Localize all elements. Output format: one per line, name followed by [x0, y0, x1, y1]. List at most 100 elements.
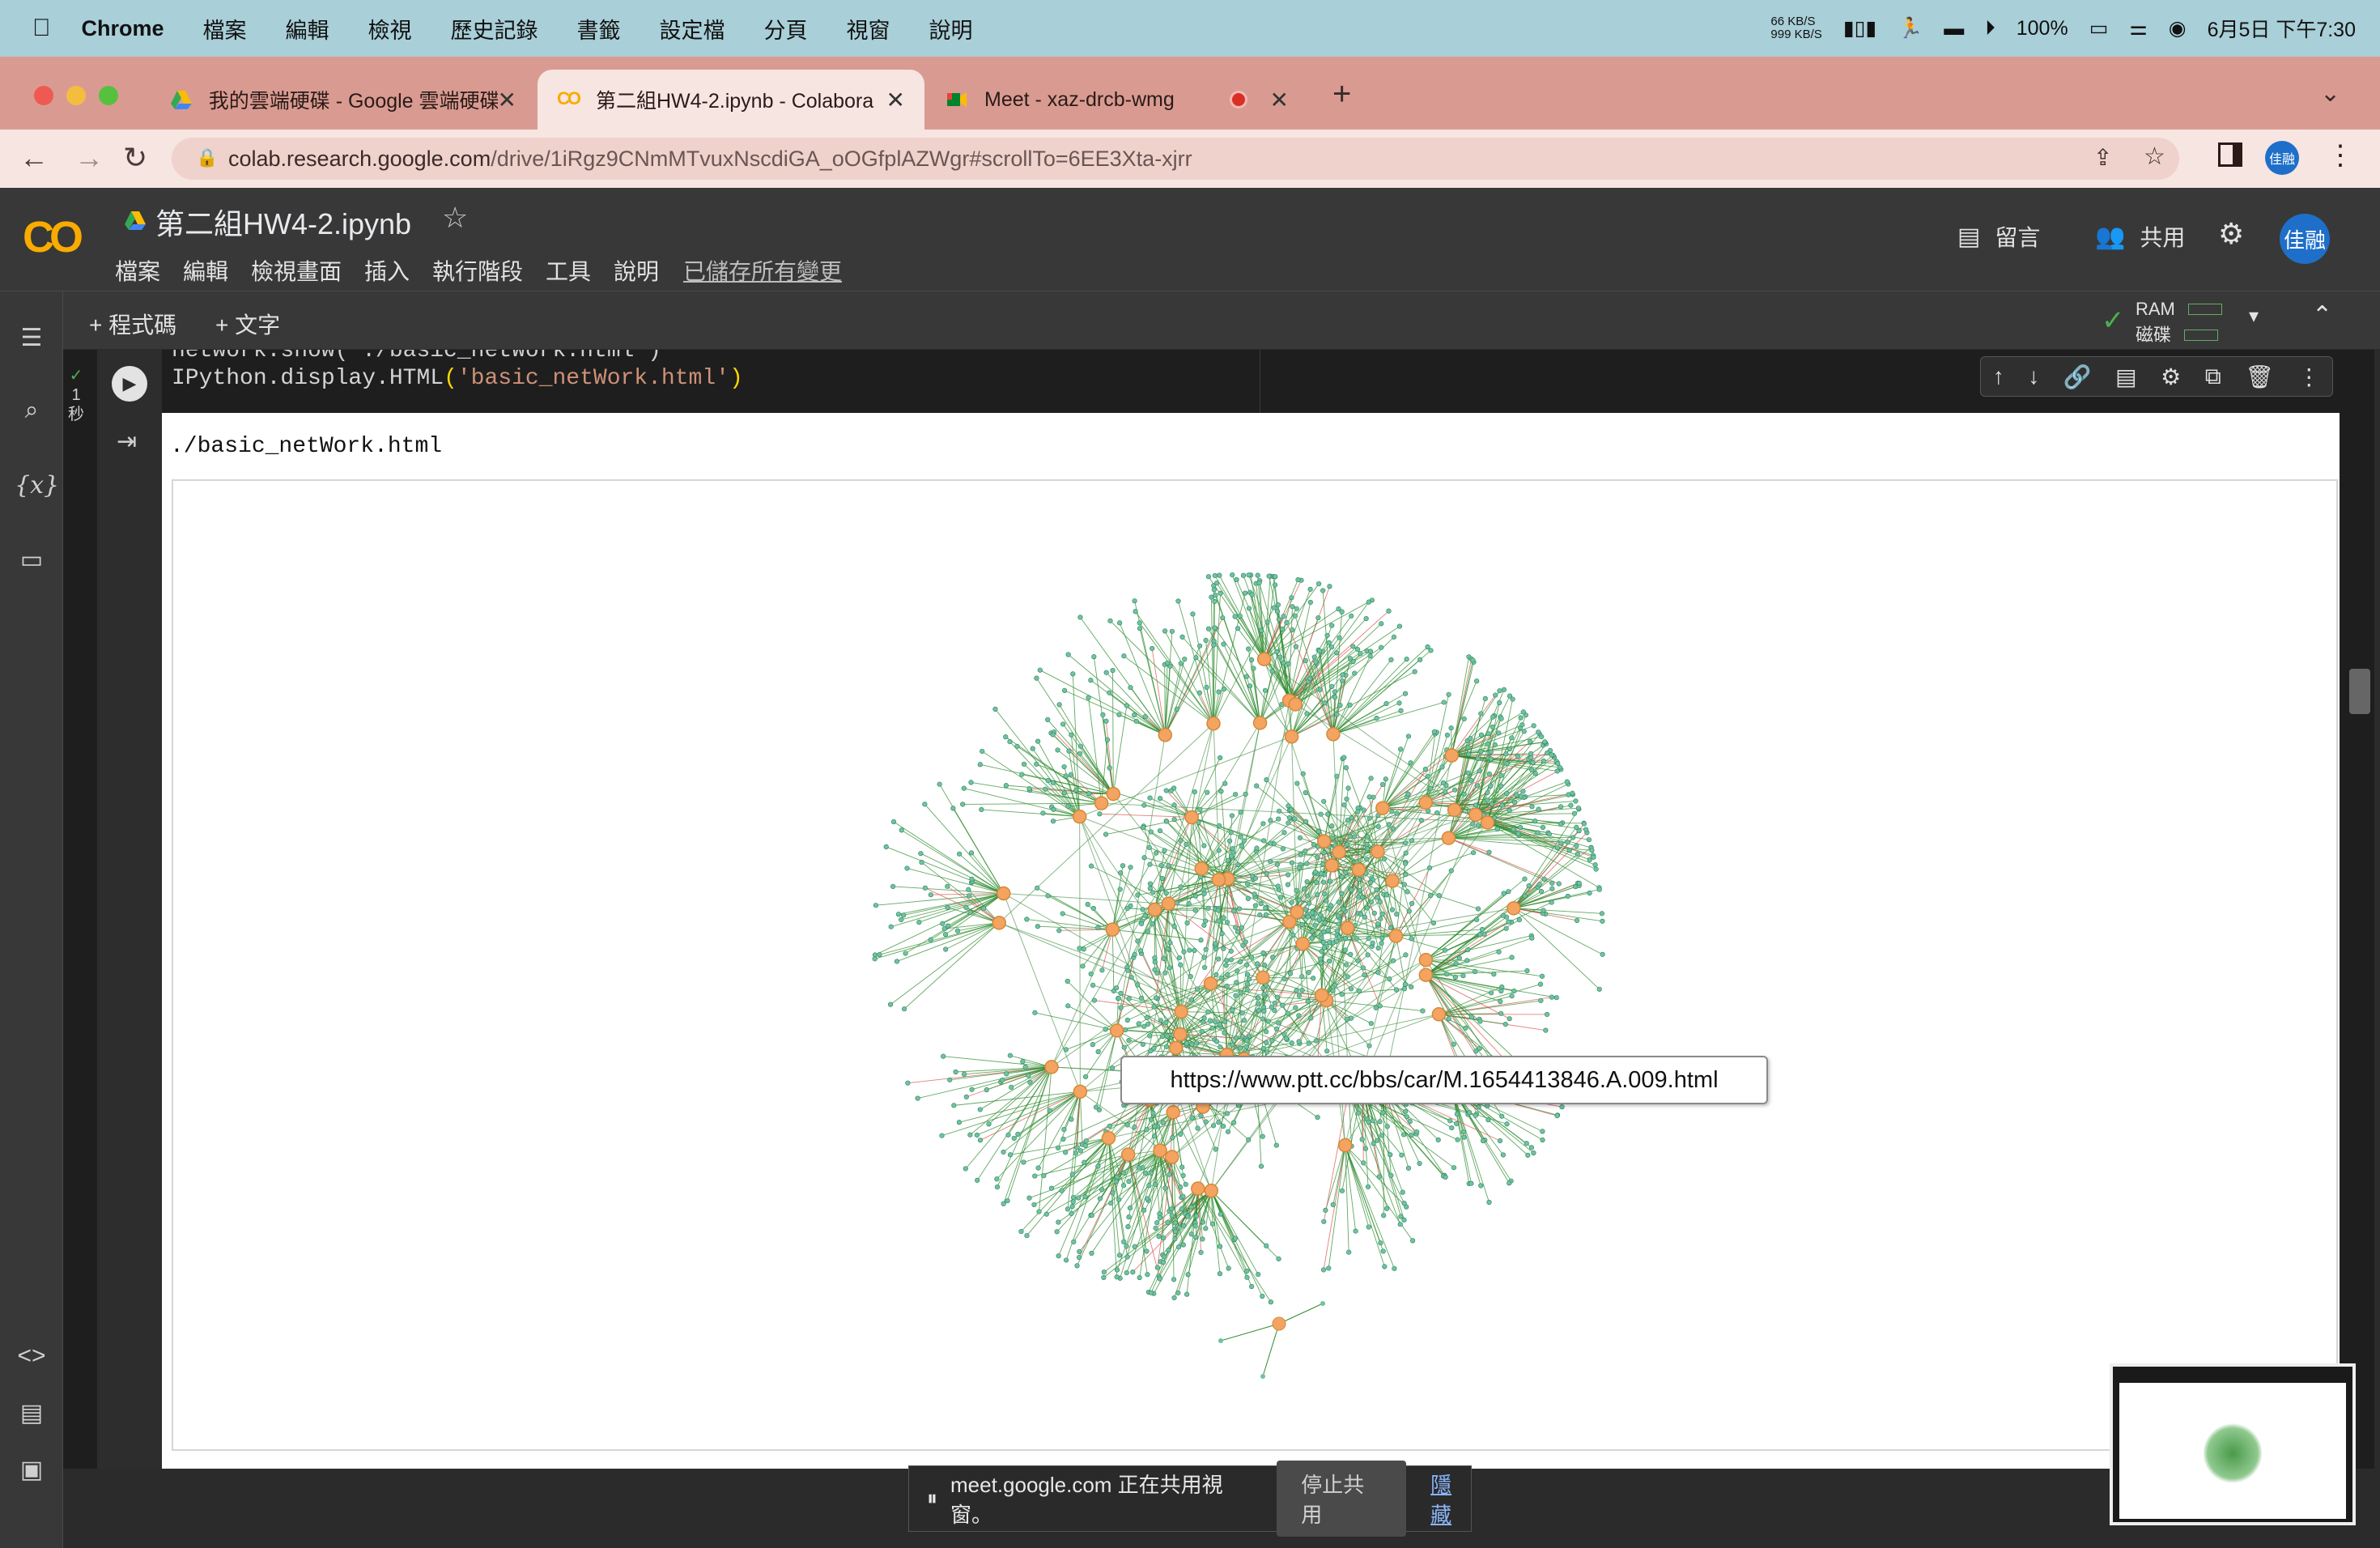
app-menu-chrome[interactable]: Chrome [82, 16, 164, 41]
runner-icon[interactable]: 🏃 [1898, 17, 1923, 40]
share-icon[interactable]: ⇪ [2093, 144, 2112, 171]
collapse-header-icon[interactable]: ⌃ [2312, 301, 2332, 330]
star-icon[interactable]: ☆ [442, 201, 468, 235]
menu-view[interactable]: 檢視 [368, 13, 412, 45]
node-tooltip: https://www.ptt.cc/bbs/car/M.1654413846.… [1120, 1056, 1768, 1104]
colab-menu-edit[interactable]: 編輯 [183, 254, 228, 287]
window-zoom-button[interactable] [99, 86, 118, 105]
colab-menu-view[interactable]: 檢視畫面 [251, 254, 342, 287]
network-graph[interactable] [858, 534, 1651, 1393]
play-icon[interactable]: ⏵ [1985, 17, 1995, 40]
account-avatar[interactable]: 佳融 [2280, 214, 2330, 264]
move-down-icon[interactable]: ↓ [2028, 364, 2039, 389]
side-panel-icon[interactable] [2218, 142, 2242, 167]
notebook-title[interactable]: 第二組HW4-2.ipynb [155, 201, 411, 243]
menu-help[interactable]: 說明 [929, 13, 973, 45]
output-actions-icon[interactable]: ⇥ [117, 427, 137, 456]
menu-history[interactable]: 歷史記錄 [451, 13, 538, 45]
tab-close-icon[interactable]: ✕ [1270, 87, 1289, 113]
colab-logo[interactable]: CO [23, 212, 83, 262]
tab-meet[interactable]: Meet - xaz-drcb-wmg ✕ [926, 70, 1308, 130]
url-host: colab.research.google.com [228, 146, 491, 171]
control-center-icon[interactable]: ⚌ [2129, 16, 2147, 40]
menubar-status-area: 66 KB/S 999 KB/S ▮▯▮ 🏃 ▬ ⏵ 100% ▭ ⚌ ◉ 6月… [1770, 0, 2356, 57]
link-icon[interactable]: 🔗 [2063, 364, 2092, 390]
hide-banner-link[interactable]: 隱藏 [1430, 1469, 1471, 1529]
tab-close-icon[interactable]: ✕ [886, 87, 905, 113]
meet-icon [947, 92, 967, 107]
execution-status: ✓ 1 秒 [68, 367, 84, 423]
menu-window[interactable]: 視窗 [847, 13, 890, 45]
delete-icon[interactable]: 🗑 [2245, 364, 2274, 390]
cpu-meter-icon: ▮▯▮ [1842, 17, 1877, 40]
add-text-cell-button[interactable]: + 文字 [215, 308, 280, 340]
preview-graph [2204, 1423, 2262, 1483]
reload-icon[interactable]: ↻ [123, 141, 147, 175]
share-button[interactable]: 👥 共用 [2095, 220, 2185, 253]
settings-gear-icon[interactable]: ⚙ [2218, 217, 2244, 251]
code-snippets-icon[interactable]: <> [15, 1342, 49, 1370]
menu-profiles[interactable]: 設定檔 [660, 13, 725, 45]
resource-monitor[interactable]: RAM 磁碟 [2136, 296, 2223, 348]
address-bar[interactable]: 🔒 colab.research.google.com/drive/1iRgz9… [172, 138, 2179, 180]
tab-search-chevron-icon[interactable]: ⌄ [2320, 79, 2340, 108]
cell-gutter: ▶ ⇥ [97, 350, 162, 1469]
display-icon[interactable]: ▬ [1944, 17, 1964, 40]
table-of-contents-icon[interactable]: ☰ [15, 324, 49, 352]
run-cell-button[interactable]: ▶ [112, 366, 147, 402]
pause-icon: ⏸ [927, 1486, 938, 1510]
mirror-cell-icon[interactable]: ⧉ [2205, 364, 2221, 390]
cell-settings-icon[interactable]: ⚙ [2161, 364, 2181, 390]
apple-icon[interactable]:  [32, 15, 51, 42]
save-status-link[interactable]: 已儲存所有變更 [683, 254, 842, 287]
search-icon[interactable]: ⌕ [15, 397, 49, 424]
tab-google-drive[interactable]: 我的雲端硬碟 - Google 雲端硬碟 ✕ [151, 70, 536, 130]
battery-percent: 100% [2016, 16, 2068, 40]
files-folder-icon[interactable]: ▭ [15, 546, 49, 574]
battery-icon[interactable]: ▭ [2089, 16, 2109, 40]
command-palette-icon[interactable]: ▤ [15, 1399, 49, 1427]
siri-icon[interactable]: ◉ [2169, 16, 2187, 40]
colab-menu-file[interactable]: 檔案 [115, 254, 160, 287]
colab-menu-runtime[interactable]: 執行階段 [432, 254, 523, 287]
new-tab-button[interactable]: + [1332, 76, 1351, 113]
success-check-icon: ✓ [69, 367, 83, 385]
move-up-icon[interactable]: ↑ [1993, 364, 2004, 389]
colab-menu-tools[interactable]: 工具 [546, 254, 591, 287]
comment-button[interactable]: ▤ 留言 [1957, 220, 2040, 253]
disk-meter [2184, 330, 2219, 341]
clock[interactable]: 6月5日 下午7:30 [2208, 14, 2356, 43]
menu-tab[interactable]: 分頁 [764, 13, 808, 45]
tab-colab[interactable]: CO 第二組HW4-2.ipynb - Colabora ✕ [538, 70, 924, 130]
colab-icon: CO [557, 88, 581, 108]
stop-sharing-button[interactable]: 停止共用 [1277, 1461, 1407, 1537]
lock-icon[interactable]: 🔒 [196, 147, 218, 168]
colab-menu-insert[interactable]: 插入 [364, 254, 410, 287]
menu-bookmarks[interactable]: 書籤 [577, 13, 621, 45]
bookmark-star-icon[interactable]: ☆ [2144, 142, 2165, 171]
add-code-cell-button[interactable]: + 程式碼 [89, 308, 176, 340]
colab-menu-help[interactable]: 說明 [614, 254, 659, 287]
forward-icon[interactable]: → [74, 141, 104, 175]
tab-close-icon[interactable]: ✕ [498, 87, 516, 113]
browser-tab-strip: 我的雲端硬碟 - Google 雲端硬碟 ✕ CO 第二組HW4-2.ipynb… [0, 57, 2380, 130]
macos-menu-bar:  Chrome 檔案 編輯 檢視 歷史記錄 書籤 設定檔 分頁 視窗 說明 6… [0, 0, 2380, 57]
variables-icon[interactable]: {x} [15, 471, 59, 500]
comment-icon[interactable]: ▤ [2115, 364, 2136, 390]
window-minimize-button[interactable] [66, 86, 86, 105]
notebook-toolbar: + 程式碼 + 文字 ✓ RAM 磁碟 ▾ ⌃ [63, 291, 2380, 350]
terminal-icon[interactable]: ▣ [15, 1456, 49, 1484]
profile-avatar[interactable]: 佳融 [2265, 141, 2299, 175]
cell-toolbar: ↑ ↓ 🔗 ▤ ⚙ ⧉ 🗑 ⋮ [1980, 356, 2333, 397]
more-options-icon[interactable]: ⋮ [2297, 364, 2320, 390]
browser-menu-icon[interactable]: ⋮ [2327, 139, 2354, 172]
window-close-button[interactable] [34, 86, 53, 105]
resource-dropdown-icon[interactable]: ▾ [2249, 304, 2259, 328]
back-icon[interactable]: ← [19, 141, 49, 175]
screen-share-preview-thumbnail[interactable] [2110, 1363, 2356, 1525]
page-scrollbar-thumb[interactable] [2349, 669, 2370, 714]
menu-file[interactable]: 檔案 [203, 13, 247, 45]
menu-edit[interactable]: 編輯 [286, 13, 329, 45]
google-drive-icon [170, 91, 192, 109]
network-speed-indicator: 66 KB/S 999 KB/S [1770, 15, 1822, 41]
